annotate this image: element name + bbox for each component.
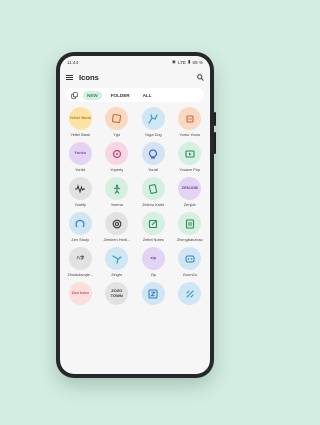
battery-level: 65 % xyxy=(192,59,203,65)
yousit-icon xyxy=(141,142,165,165)
icon-text: Yonks xyxy=(74,150,87,156)
youtify-icon xyxy=(68,177,92,200)
app-icon-label: Zhengbanzhao xyxy=(176,237,203,242)
app-icon-yomu-yomu[interactable]: Yomu Yomu xyxy=(172,107,209,137)
zoom2u-icon xyxy=(178,247,202,270)
app-icon-yousit[interactable]: Yousit xyxy=(135,142,172,172)
yomu-yomu-icon xyxy=(178,107,202,130)
app-icon-label: Zoom2u xyxy=(182,272,197,277)
app-icon-label: Ygo xyxy=(113,132,121,137)
app-icon-yoga-dog[interactable]: Yoga Dog xyxy=(135,107,172,137)
app-icon-yettel-bank[interactable]: Yettel Bank Yettel Bank xyxy=(62,107,99,137)
app-icon-label: Zettel Notes xyxy=(142,237,164,242)
icon-text: zip xyxy=(150,255,157,261)
app-icon-zen-study[interactable]: Zen Study xyxy=(62,212,99,242)
icon-text: Zoo boro xyxy=(71,290,89,296)
signal-icon: ◉ xyxy=(171,59,176,64)
app-icon-label: Yettel Bank xyxy=(70,132,91,137)
zeleno-karta-icon xyxy=(141,177,165,200)
zip-icon: zip xyxy=(141,247,165,270)
app-icon-label: Zen Study xyxy=(71,237,90,242)
app-icon-icon-23[interactable] xyxy=(172,282,209,307)
icon-text: 八字 xyxy=(76,255,85,261)
zoo-boro-icon: Zoo boro xyxy=(68,282,92,305)
app-icon-label: Yoga Dog xyxy=(144,132,162,137)
app-icon-label: Zeleno Karta xyxy=(142,202,165,207)
app-icon-zip[interactable]: zip Zip xyxy=(135,247,172,277)
app-icon-label: Zip xyxy=(150,272,156,277)
app-icon-label: Yonks xyxy=(75,167,86,172)
app-icon-zozo-town[interactable]: ZOZO TOWN xyxy=(99,282,136,307)
volume-button xyxy=(214,112,216,126)
app-icon-youtify[interactable]: Youtify xyxy=(62,177,99,207)
app-icon-label: Zenkren Hedi... xyxy=(103,237,131,242)
icon-grid: Yettel Bank Yettel Bank Ygo Yoga Dog Yomu Yo… xyxy=(60,105,210,307)
icon-text: ZOZO TOWN xyxy=(110,288,123,298)
zhuiduiaoqie-icon: 八字 xyxy=(68,247,92,270)
app-icon-label: Yousit xyxy=(148,167,159,172)
app-icon-label: Youtify xyxy=(74,202,87,207)
yoperty-icon xyxy=(105,142,129,165)
search-icon[interactable] xyxy=(197,73,204,81)
zhengbanzhao-icon xyxy=(178,212,202,235)
app-icon-zenkren-hedi[interactable]: Zenkren Hedi... xyxy=(99,212,136,242)
youave-pop-icon xyxy=(178,142,202,165)
phone-screen: 11:44 ◉ LTE ▮ 65 % Icons NEW FOLDER ALL … xyxy=(60,56,210,374)
app-icon-label: Zenjob xyxy=(183,202,196,207)
app-bar: Icons xyxy=(60,68,210,86)
status-icons: ◉ LTE ▮ 65 % xyxy=(172,59,203,65)
app-icon-yonks[interactable]: Yonks Yonks xyxy=(62,142,99,172)
zettel-notes-icon xyxy=(141,212,165,235)
icon-text: Yettel Bank xyxy=(69,115,92,121)
network-type: LTE xyxy=(177,59,186,65)
app-icon-yuema[interactable]: Yuema xyxy=(99,177,136,207)
app-icon-zettel-notes[interactable]: Zettel Notes xyxy=(135,212,172,242)
yoga-dog-icon xyxy=(141,107,165,130)
tab-all[interactable]: ALL xyxy=(139,91,156,100)
app-icon-zhengbanzhao[interactable]: Zhengbanzhao xyxy=(172,212,209,242)
phone-frame: 11:44 ◉ LTE ▮ 65 % Icons NEW FOLDER ALL … xyxy=(56,52,216,378)
app-icon-zoom2u[interactable]: Zoom2u xyxy=(172,247,209,277)
tab-new[interactable]: NEW xyxy=(83,90,102,100)
page-title: Icons xyxy=(79,72,99,82)
app-icon-zhuiduiaoqie[interactable]: 八字 Zhuiduiaoqie... xyxy=(62,247,99,277)
icon-text: ZENJOB xyxy=(181,185,198,191)
app-icon-youave-pop[interactable]: Youave Pop xyxy=(172,142,209,172)
app-icon-label: Zhuiduiaoqie... xyxy=(67,272,94,277)
app-icon-label: Yoperty xyxy=(110,167,124,172)
app-icon-label: Youave Pop xyxy=(179,167,201,172)
zenjob-icon: ZENJOB xyxy=(178,177,202,200)
status-time: 11:44 xyxy=(67,59,79,65)
app-icon-ygo[interactable]: Ygo xyxy=(99,107,136,137)
app-icon-label: Yomu Yomu xyxy=(179,132,201,137)
icon-22-icon xyxy=(141,282,165,305)
yuema-icon xyxy=(105,177,129,200)
app-icon-zenjob[interactable]: ZENJOB Zenjob xyxy=(172,177,209,207)
yonks-icon: Yonks xyxy=(68,142,92,165)
zozo-town-icon: ZOZO TOWN xyxy=(105,282,129,305)
zen-study-icon xyxy=(68,212,92,235)
ygo-icon xyxy=(105,107,129,130)
icon-23-icon xyxy=(178,282,202,305)
app-icon-yoperty[interactable]: Yoperty xyxy=(99,142,136,172)
zinghr-icon xyxy=(105,247,129,270)
tab-folder[interactable]: FOLDER xyxy=(107,91,134,100)
zenkren-hedi-icon xyxy=(105,212,129,235)
app-icon-icon-22[interactable] xyxy=(135,282,172,307)
copy-icon[interactable] xyxy=(71,91,78,99)
yettel-bank-icon: Yettel Bank xyxy=(68,107,92,130)
hamburger-menu-icon[interactable] xyxy=(66,74,73,80)
app-icon-label: Zinghr xyxy=(111,272,123,277)
app-icon-zoo-boro[interactable]: Zoo boro xyxy=(62,282,99,307)
app-icon-label: Yuema xyxy=(110,202,123,207)
status-bar: 11:44 ◉ LTE ▮ 65 % xyxy=(60,56,210,68)
app-icon-zinghr[interactable]: Zinghr xyxy=(99,247,136,277)
tab-bar: NEW FOLDER ALL xyxy=(66,88,204,102)
battery-icon: ▮ xyxy=(187,59,191,64)
power-button xyxy=(214,132,216,154)
app-icon-zeleno-karta[interactable]: Zeleno Karta xyxy=(135,177,172,207)
